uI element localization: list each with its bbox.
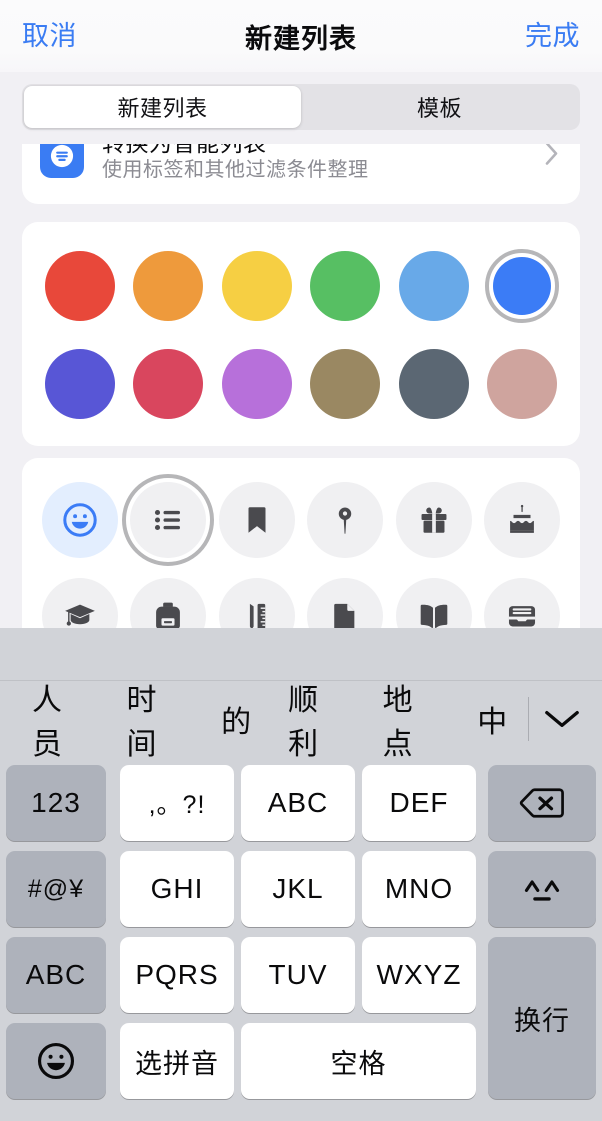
suggestion-1[interactable]: 时间 [109, 675, 204, 763]
smart-list-row-container: 转换为智能列表 使用标签和其他过滤条件整理 [0, 144, 602, 204]
key-wxyz[interactable]: WXYZ [362, 937, 476, 1013]
suggestion-3[interactable]: 顺利 [270, 675, 365, 763]
key-return[interactable]: 换行 [488, 937, 596, 1099]
bookmark-icon[interactable] [218, 482, 295, 558]
cake-icon[interactable] [483, 482, 560, 558]
tab-templates[interactable]: 模板 [301, 86, 578, 128]
color-swatch-slate[interactable] [396, 346, 472, 422]
icon-picker-container [0, 458, 602, 628]
emoji-smiley-icon[interactable] [6, 1023, 106, 1099]
key-jkl[interactable]: JKL [241, 851, 355, 927]
gift-icon[interactable] [395, 482, 472, 558]
key-space[interactable]: 空格 [241, 1023, 476, 1099]
color-picker-container [0, 222, 602, 446]
color-swatch-crimson[interactable] [130, 346, 206, 422]
smiley-icon[interactable] [42, 482, 118, 558]
suggestion-2[interactable]: 的 [203, 697, 270, 741]
key-pinyin[interactable]: 选拼音 [120, 1023, 234, 1099]
color-swatch-dusty-rose[interactable] [484, 346, 560, 422]
color-swatch-blue[interactable] [484, 248, 560, 324]
key-symbols[interactable]: #@¥ [6, 851, 106, 927]
cancel-button[interactable]: 取消 [22, 22, 77, 50]
key-kaomoji[interactable] [488, 851, 596, 927]
suggestion-bar: 人员 时间 的 顺利 地点 中 [0, 681, 602, 761]
convert-to-smart-list-row[interactable]: 转换为智能列表 使用标签和其他过滤条件整理 [22, 144, 580, 204]
color-row-2 [42, 346, 560, 422]
key-abc[interactable]: ABC [241, 765, 355, 841]
document-icon[interactable] [307, 578, 384, 628]
navigation-bar: 取消 新建列表 完成 [0, 0, 602, 72]
graduation-cap-icon[interactable] [42, 578, 118, 628]
key-abc-mode[interactable]: ABC [6, 937, 106, 1013]
tab-new-list[interactable]: 新建列表 [24, 86, 301, 128]
keyboard: 人员 时间 的 顺利 地点 中 123 ,。?! ABC DEF #@¥ GHI… [0, 628, 602, 1121]
keyboard-top-spacer [0, 628, 602, 681]
key-tuv[interactable]: TUV [241, 937, 355, 1013]
key-ghi[interactable]: GHI [120, 851, 234, 927]
key-grid: 123 ,。?! ABC DEF #@¥ GHI JKL MNO ABC PQR… [0, 756, 602, 1116]
key-punctuation[interactable]: ,。?! [120, 765, 234, 841]
pin-icon[interactable] [307, 482, 384, 558]
suggestion-5[interactable]: 中 [459, 697, 526, 741]
chevron-right-icon [544, 144, 560, 172]
book-icon[interactable] [395, 578, 472, 628]
list-icon[interactable] [122, 474, 215, 566]
smart-list-row-subtitle: 使用标签和其他过滤条件整理 [102, 158, 369, 181]
key-pqrs[interactable]: PQRS [120, 937, 234, 1013]
color-swatch-brown[interactable] [307, 346, 383, 422]
form-scroll-area[interactable]: 转换为智能列表 使用标签和其他过滤条件整理 [0, 136, 602, 628]
key-mno[interactable]: MNO [362, 851, 476, 927]
chevron-down-icon[interactable] [535, 707, 588, 731]
color-swatch-red[interactable] [42, 248, 118, 324]
suggestion-divider [528, 696, 530, 741]
done-button[interactable]: 完成 [525, 22, 580, 50]
color-swatch-indigo[interactable] [42, 346, 118, 422]
ruler-pencil-icon[interactable] [218, 578, 295, 628]
key-def[interactable]: DEF [362, 765, 476, 841]
icon-row-2 [42, 578, 560, 628]
suggestion-0[interactable]: 人员 [14, 675, 109, 763]
color-swatch-light-blue[interactable] [396, 248, 472, 324]
smart-list-row-title: 转换为智能列表 [102, 144, 369, 157]
suggestion-4[interactable]: 地点 [365, 675, 460, 763]
delete-backspace-icon[interactable] [488, 765, 596, 841]
color-swatch-purple[interactable] [219, 346, 295, 422]
smart-list-icon [40, 144, 84, 178]
color-row-1 [42, 248, 560, 324]
page-title: 新建列表 [245, 23, 357, 54]
color-swatch-orange[interactable] [130, 248, 206, 324]
backpack-icon[interactable] [130, 578, 207, 628]
key-123[interactable]: 123 [6, 765, 106, 841]
icon-row-1 [42, 474, 560, 566]
wallet-icon[interactable] [483, 578, 560, 628]
color-swatch-yellow[interactable] [219, 248, 295, 324]
color-swatch-green[interactable] [307, 248, 383, 324]
segmented-control[interactable]: 新建列表 模板 [22, 84, 580, 130]
